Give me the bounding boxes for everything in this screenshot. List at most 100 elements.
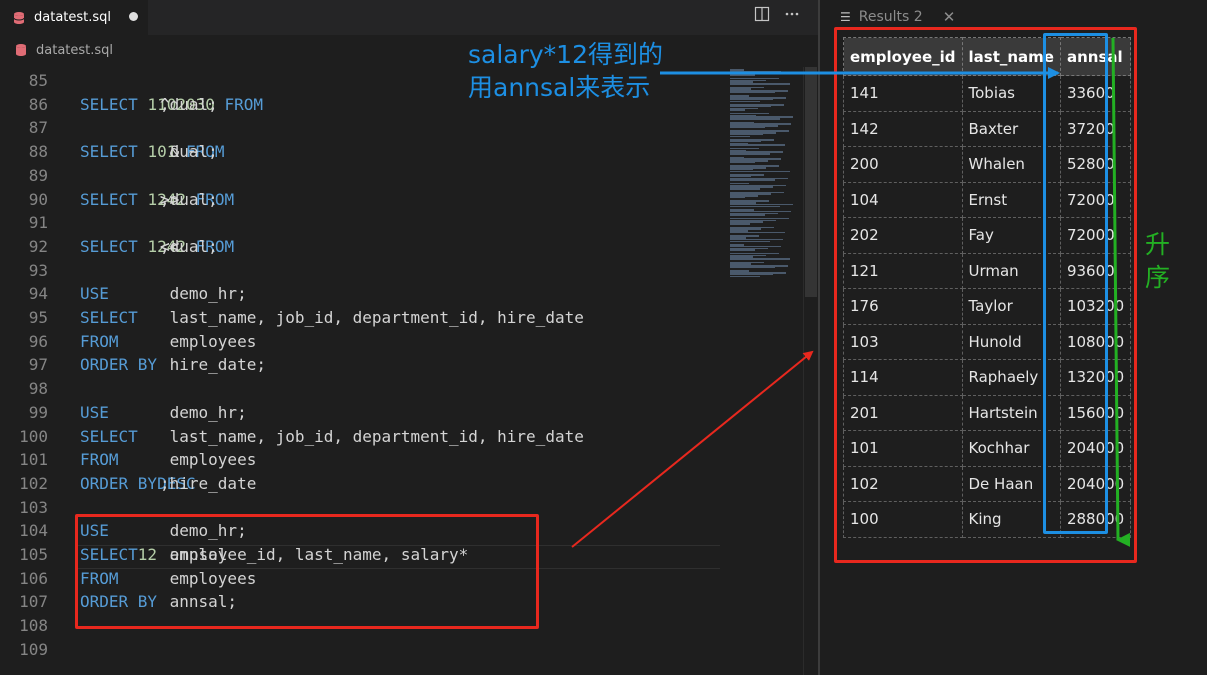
- code-text: SELECT last_name, job_id, department_id,…: [80, 425, 584, 449]
- minimap-line: [730, 223, 750, 225]
- annotation-blue-note: salary*12得到的 用annsal来表示: [468, 38, 663, 104]
- minimap-line: [730, 214, 765, 216]
- line-number: 93: [28, 260, 48, 280]
- code-line[interactable]: 101 FROM employees: [0, 448, 720, 472]
- line-number: 95: [28, 308, 48, 327]
- code-token: ORDER BY: [80, 473, 158, 493]
- code-text: SELECT 1 >> 2, 4 >> 2 FROM dual;: [80, 188, 234, 212]
- minimap-line: [730, 240, 770, 243]
- menu-icon: ☰: [840, 9, 851, 24]
- line-number: 101: [19, 450, 48, 470]
- code-token: last_name, job_id, department_id, hire_d…: [160, 308, 584, 327]
- editor-tab-bar: datatest.sql: [0, 0, 818, 35]
- minimap-line: [730, 118, 780, 120]
- annotation-blue-line1: salary*12得到的: [468, 40, 663, 69]
- code-line[interactable]: 109: [0, 638, 720, 662]
- code-line[interactable]: 98: [0, 377, 720, 401]
- breadcrumb-label: datatest.sql: [36, 42, 114, 58]
- code-token: dual;: [160, 189, 218, 209]
- line-number: 85: [28, 71, 48, 90]
- code-token: SELECT: [80, 189, 148, 209]
- annotation-red-box-code: [75, 514, 539, 629]
- minimap-line: [730, 135, 750, 138]
- code-token: employees: [160, 450, 257, 470]
- minimap-line: [730, 153, 770, 155]
- code-token: last_name, job_id, department_id, hire_d…: [160, 426, 584, 446]
- unsaved-dot-icon[interactable]: [129, 12, 138, 21]
- code-token: USE: [80, 402, 109, 422]
- minimap-line: [730, 205, 780, 208]
- code-token: dual;: [160, 94, 218, 114]
- code-text: FROM employees: [80, 448, 256, 472]
- code-line[interactable]: 91: [0, 211, 720, 235]
- code-token: FROM: [214, 94, 264, 114]
- minimap-line: [730, 83, 790, 85]
- code-line[interactable]: 94 USE demo_hr;: [0, 282, 720, 306]
- code-text: SELECT 10 & ~1 FROM dual;: [80, 140, 225, 164]
- split-editor-icon[interactable]: [754, 6, 770, 26]
- line-number: 98: [28, 379, 48, 399]
- code-token: hire_date: [160, 473, 266, 493]
- line-number: 107: [19, 592, 48, 612]
- line-number: 104: [19, 521, 48, 541]
- code-text: FROM employees: [80, 330, 256, 354]
- breadcrumb[interactable]: datatest.sql: [0, 35, 818, 65]
- minimap-line: [730, 91, 775, 94]
- code-token: 1: [147, 94, 158, 114]
- code-text: SELECT last_name, job_id, department_id,…: [80, 306, 584, 330]
- minimap-line: [730, 258, 790, 260]
- code-token: FROM: [80, 450, 119, 470]
- code-token: 1: [147, 189, 158, 209]
- scrollbar-thumb[interactable]: [805, 67, 817, 297]
- code-token: ;: [160, 473, 170, 493]
- minimap-line: [730, 275, 760, 278]
- code-line[interactable]: 89: [0, 164, 720, 188]
- code-line[interactable]: 90 SELECT 1 >> 2, 4 >> 2 FROM dual;: [0, 188, 720, 212]
- code-line[interactable]: 92 SELECT 1 << 2, 4 << 2 FROM dual;: [0, 235, 720, 259]
- minimap-line: [730, 179, 775, 181]
- annotation-green-note: 升序: [1145, 230, 1171, 292]
- line-number: 99: [28, 402, 48, 422]
- code-token: USE: [80, 284, 109, 304]
- code-token: demo_hr;: [160, 402, 247, 422]
- editor-actions: [754, 6, 800, 26]
- code-line[interactable]: 100 SELECT last_name, job_id, department_…: [0, 425, 720, 449]
- code-token: ORDER BY: [80, 355, 158, 375]
- line-number: 87: [28, 118, 48, 138]
- code-line[interactable]: 99 USE demo_hr;: [0, 401, 720, 425]
- minimap[interactable]: [722, 67, 800, 675]
- minimap-line: [730, 266, 775, 269]
- code-token: SELECT: [80, 94, 148, 114]
- code-line[interactable]: 96 FROM employees: [0, 330, 720, 354]
- code-text: ORDER BY hire_date;: [80, 353, 266, 377]
- line-number: 90: [28, 189, 48, 209]
- code-token: dual;: [160, 142, 218, 162]
- line-number: 91: [28, 213, 48, 233]
- code-token: demo_hr;: [160, 284, 247, 304]
- code-token: hire_date;: [160, 355, 266, 375]
- code-text: ORDER BY hire_date DESC;: [80, 472, 256, 496]
- code-line[interactable]: 95 SELECT last_name, job_id, department_i…: [0, 306, 720, 330]
- minimap-line: [730, 161, 755, 164]
- code-token: dual;: [160, 236, 218, 256]
- code-text: USE demo_hr;: [80, 282, 247, 306]
- code-text: SELECT 1 ^ 10, 20 ^ 30 FROM dual;: [80, 93, 263, 117]
- more-actions-icon[interactable]: [784, 6, 800, 26]
- results-tab-label: Results 2: [858, 8, 923, 25]
- annotation-blue-box-annsal: [1043, 33, 1108, 534]
- close-icon[interactable]: ✕: [943, 8, 956, 26]
- line-number: 89: [28, 165, 48, 185]
- minimap-line: [730, 144, 785, 146]
- code-line[interactable]: 88 SELECT 10 & ~1 FROM dual;: [0, 140, 720, 164]
- editor-tab-datatest[interactable]: datatest.sql: [0, 0, 148, 35]
- code-line[interactable]: 102 ORDER BY hire_date DESC;: [0, 472, 720, 496]
- code-line[interactable]: 87: [0, 116, 720, 140]
- minimap-line: [730, 100, 760, 103]
- line-number: 105: [19, 545, 48, 564]
- line-number: 92: [28, 236, 48, 256]
- code-line[interactable]: 97 ORDER BY hire_date;: [0, 353, 720, 377]
- code-token: SELECT: [80, 308, 138, 327]
- code-line[interactable]: 93: [0, 259, 720, 283]
- line-number: 96: [28, 331, 48, 351]
- minimap-line: [730, 170, 790, 173]
